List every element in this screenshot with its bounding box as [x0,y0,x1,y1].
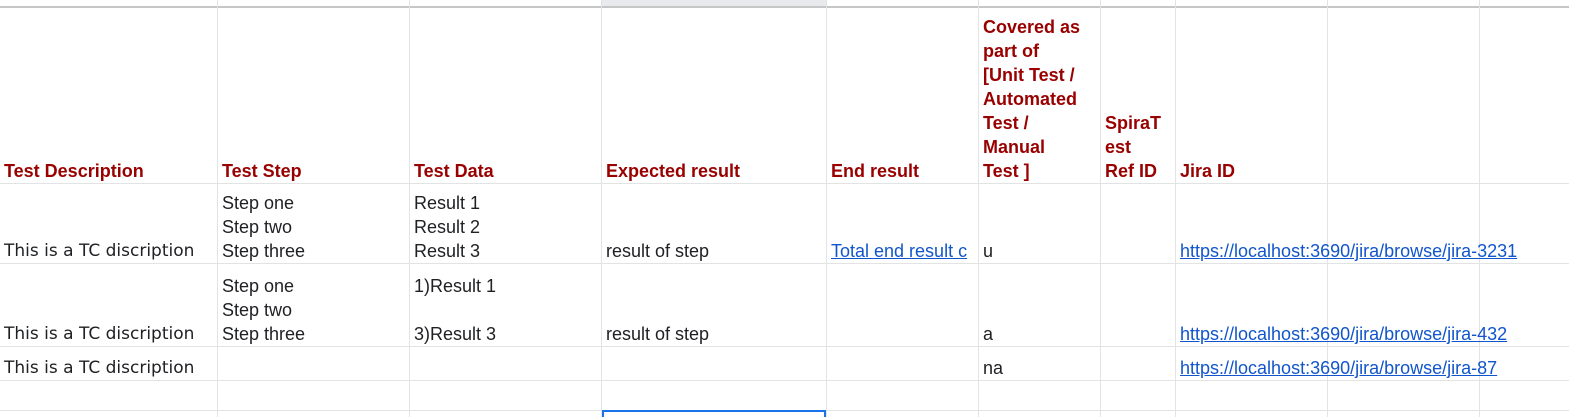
cell-test-description[interactable]: This is a TC discription [0,347,217,380]
cell-test-description[interactable]: This is a TC discription [0,264,217,346]
cell-end-result[interactable]: Total end result c [827,184,978,263]
selected-cell[interactable] [602,410,826,417]
jira-link[interactable]: https://localhost:3690/jira/browse/jira-… [1180,356,1497,380]
empty-cell[interactable] [1328,8,1479,183]
header-label: Test Step [222,161,302,181]
cell-end-result[interactable] [827,264,978,346]
cell-covered-as[interactable]: a [979,264,1100,346]
header-jira-id[interactable]: Jira ID [1176,8,1327,183]
header-test-description[interactable]: Test Description [0,8,217,183]
cell-expected-result[interactable] [602,347,826,380]
cell-covered-as[interactable]: u [979,184,1100,263]
cell-text: This is a TC discription [4,358,195,378]
cell-expected-result[interactable]: result of step [602,264,826,346]
cell-spira-ref-id[interactable] [1101,184,1175,263]
cell-text: a [983,324,994,344]
header-expected-result[interactable]: Expected result [602,8,826,183]
cell-test-data[interactable]: Result 1 Result 2 Result 3 [410,184,601,263]
cell-text: result of step [606,241,710,261]
spreadsheet-grid: Test Description Test Step Test Data Exp… [0,0,1569,417]
cell-text: Result 1 Result 2 Result 3 [414,193,481,261]
header-label: Expected result [606,161,741,181]
cell-end-result[interactable] [827,347,978,380]
cell-test-step[interactable]: Step one Step two Step three [218,184,409,263]
cell-test-step[interactable] [218,347,409,380]
jira-link[interactable]: https://localhost:3690/jira/browse/jira-… [1180,322,1507,346]
cell-text: u [983,241,994,261]
header-test-step[interactable]: Test Step [218,8,409,183]
header-covered-as[interactable]: Covered as part of [Unit Test / Automate… [979,8,1100,183]
empty-row[interactable] [0,381,1569,410]
cell-test-data[interactable] [410,347,601,380]
empty-cell[interactable] [1480,8,1569,183]
cell-text: This is a TC discription [4,241,195,261]
end-result-link[interactable]: Total end result c [831,239,967,263]
cell-text: This is a TC discription [4,324,195,344]
header-label: Test Description [4,161,144,181]
cell-test-description[interactable]: This is a TC discription [0,184,217,263]
cell-text: 1)Result 1 3)Result 3 [414,276,497,344]
cell-jira-id[interactable]: https://localhost:3690/jira/browse/jira-… [1176,264,1569,346]
cell-text: Step one Step two Step three [222,276,306,344]
cell-text: result of step [606,324,710,344]
header-label: Jira ID [1180,161,1236,181]
cell-covered-as[interactable]: na [979,347,1100,380]
cell-spira-ref-id[interactable] [1101,264,1175,346]
header-spira-ref-id[interactable]: SpiraT est Ref ID [1101,8,1175,183]
cell-text: na [983,358,1004,378]
jira-link[interactable]: https://localhost:3690/jira/browse/jira-… [1180,239,1517,263]
cell-jira-id[interactable]: https://localhost:3690/jira/browse/jira-… [1176,184,1569,263]
cell-text: Step one Step two Step three [222,193,306,261]
header-test-data[interactable]: Test Data [410,8,601,183]
cell-test-step[interactable]: Step one Step two Step three [218,264,409,346]
header-label: SpiraT est Ref ID [1105,113,1162,181]
header-end-result[interactable]: End result [827,8,978,183]
header-label: End result [831,161,920,181]
header-label: Test Data [414,161,494,181]
cell-test-data[interactable]: 1)Result 1 3)Result 3 [410,264,601,346]
cell-spira-ref-id[interactable] [1101,347,1175,380]
cell-expected-result[interactable]: result of step [602,184,826,263]
header-label: Covered as part of [Unit Test / Automate… [983,17,1081,181]
cell-jira-id[interactable]: https://localhost:3690/jira/browse/jira-… [1176,347,1569,380]
